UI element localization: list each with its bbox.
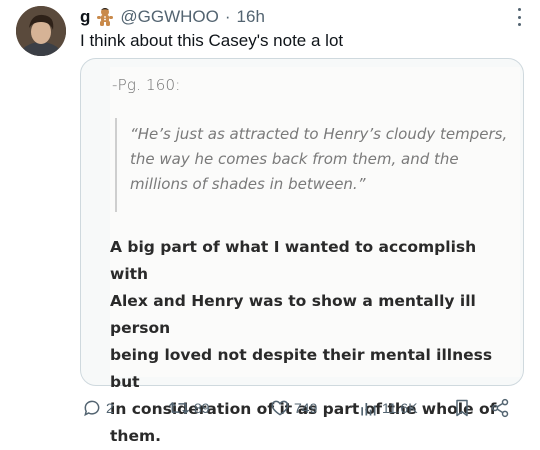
bookmark-button[interactable] [452, 398, 472, 418]
separator-dot: · [224, 7, 231, 26]
like-button[interactable]: 749 [270, 398, 317, 418]
quote-line: millions of shades in between.” [130, 175, 366, 193]
reply-button[interactable]: 2 [82, 398, 114, 418]
note-line: A big part of what I wanted to accomplis… [110, 238, 477, 283]
retweet-count: 89 [194, 400, 210, 416]
quote-line: “He’s just as attracted to Henry’s cloud… [130, 125, 508, 143]
note-line: being loved not despite their mental ill… [110, 346, 493, 391]
avatar[interactable] [16, 6, 66, 56]
retweet-icon [169, 402, 189, 414]
page-label: -Pg. 160: [112, 76, 181, 94]
gingerbread-emoji-icon [96, 7, 114, 27]
quote-bar [115, 118, 117, 212]
views-button[interactable]: 11.6K [358, 398, 418, 418]
like-count: 749 [294, 400, 318, 416]
quote-text: “He’s just as attracted to Henry’s cloud… [130, 122, 510, 197]
note-line: Alex and Henry was to show a mentally il… [110, 292, 476, 337]
user-handle[interactable]: @GGWHOO [120, 6, 218, 28]
share-icon [491, 398, 509, 418]
tweet-header: g @GGWHOO · 16h [80, 6, 510, 28]
reply-icon [84, 400, 100, 417]
view-count: 11.6K [382, 400, 418, 416]
bar-chart-icon [361, 403, 376, 416]
reply-count: 2 [106, 400, 114, 416]
display-name[interactable]: g [80, 6, 90, 28]
retweet-button[interactable]: 89 [168, 398, 210, 418]
note-line: them. [110, 427, 161, 445]
more-options-icon[interactable] [516, 8, 522, 26]
action-bar: 2 89 749 11.6K [80, 398, 520, 424]
timestamp[interactable]: 16h [237, 6, 265, 28]
quote-line: the way he comes back from them, and the [130, 150, 459, 168]
tweet-text: I think about this Casey's note a lot [80, 31, 344, 50]
heart-icon [271, 400, 289, 416]
share-button[interactable] [490, 398, 510, 418]
bookmark-icon [456, 399, 468, 417]
